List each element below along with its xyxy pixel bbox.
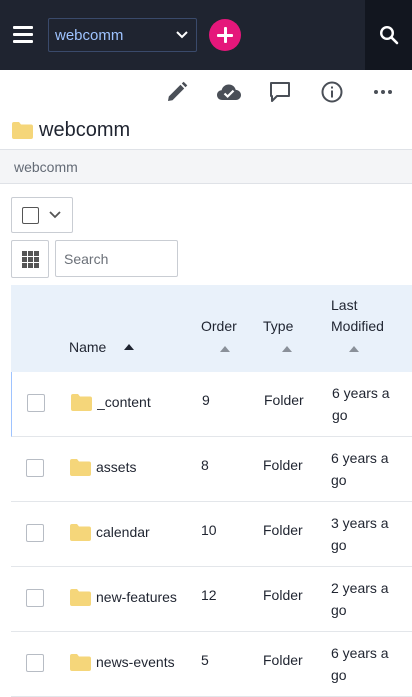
hamburger-icon[interactable]: [13, 26, 33, 44]
folder-icon: [12, 121, 33, 139]
column-header-name[interactable]: Name: [69, 337, 135, 358]
row-type: Folder: [264, 392, 304, 408]
column-header-type[interactable]: Type: [263, 316, 293, 358]
content-table: Name Order Type Last Modified _content 9…: [11, 285, 412, 697]
select-all-dropdown[interactable]: [11, 197, 73, 233]
row-order: 5: [201, 652, 209, 668]
page-title: webcomm: [12, 116, 130, 144]
folder-icon: [70, 589, 91, 606]
row-last-modified: 6 years a go: [331, 450, 389, 488]
row-type: Folder: [263, 457, 303, 473]
sort-arrow-icon: [349, 346, 359, 352]
sort-arrow-icon: [220, 346, 230, 352]
row-checkbox[interactable]: [26, 589, 44, 607]
row-name-link[interactable]: news-events: [96, 654, 182, 670]
row-type: Folder: [263, 522, 303, 538]
table-row[interactable]: _content 9 Folder 6 years a go: [11, 372, 412, 437]
select-all-checkbox[interactable]: [22, 207, 39, 224]
row-last-modified: 6 years a go: [331, 645, 389, 683]
row-checkbox[interactable]: [26, 524, 44, 542]
site-selector[interactable]: webcomm: [48, 18, 197, 52]
row-last-modified: 2 years a go: [331, 580, 389, 618]
site-selector-value: webcomm: [55, 27, 124, 44]
column-header-last-modified[interactable]: Last Modified: [331, 295, 384, 358]
top-bar: webcomm: [0, 0, 412, 70]
row-name-link[interactable]: _content: [97, 394, 183, 410]
more-icon[interactable]: [371, 80, 395, 104]
action-toolbar: [0, 70, 412, 112]
row-name-link[interactable]: assets: [96, 459, 182, 475]
folder-icon: [70, 654, 91, 671]
table-header: Name Order Type Last Modified: [11, 285, 412, 372]
chevron-down-icon: [49, 211, 61, 219]
column-header-order[interactable]: Order: [201, 316, 237, 358]
table-row[interactable]: assets 8 Folder 6 years a go: [11, 437, 412, 502]
table-row[interactable]: news-events 5 Folder 6 years a go: [11, 632, 412, 697]
row-checkbox[interactable]: [26, 459, 44, 477]
breadcrumb: webcomm: [0, 149, 412, 184]
sort-arrow-icon: [124, 344, 135, 350]
table-row[interactable]: new-features 12 Folder 2 years a go: [11, 567, 412, 632]
row-name-link[interactable]: calendar: [96, 524, 182, 540]
row-name-link[interactable]: new-features: [96, 589, 182, 605]
cloud-check-icon[interactable]: [216, 80, 242, 104]
row-order: 8: [201, 457, 209, 473]
folder-icon: [70, 459, 91, 476]
row-order: 12: [201, 587, 217, 603]
search-icon: [379, 25, 399, 45]
chevron-down-icon: [176, 31, 188, 39]
folder-icon: [71, 394, 92, 411]
pencil-icon[interactable]: [165, 80, 189, 104]
add-button[interactable]: [209, 19, 241, 51]
comment-icon[interactable]: [268, 80, 292, 104]
grid-view-button[interactable]: [11, 240, 49, 278]
table-row[interactable]: calendar 10 Folder 3 years a go: [11, 502, 412, 567]
row-checkbox[interactable]: [26, 654, 44, 672]
page-title-text: webcomm: [39, 118, 131, 141]
folder-icon: [70, 524, 91, 541]
sort-arrow-icon: [282, 346, 292, 352]
info-icon[interactable]: [320, 80, 344, 104]
row-order: 9: [202, 392, 210, 408]
row-checkbox[interactable]: [27, 394, 45, 412]
row-type: Folder: [263, 652, 303, 668]
breadcrumb-item[interactable]: webcomm: [14, 159, 78, 175]
row-last-modified: 6 years a go: [332, 385, 390, 423]
row-order: 10: [201, 522, 217, 538]
search-input[interactable]: [55, 240, 178, 277]
grid-icon: [22, 251, 39, 268]
row-type: Folder: [263, 587, 303, 603]
row-last-modified: 3 years a go: [331, 515, 389, 553]
search-button[interactable]: [365, 0, 412, 70]
